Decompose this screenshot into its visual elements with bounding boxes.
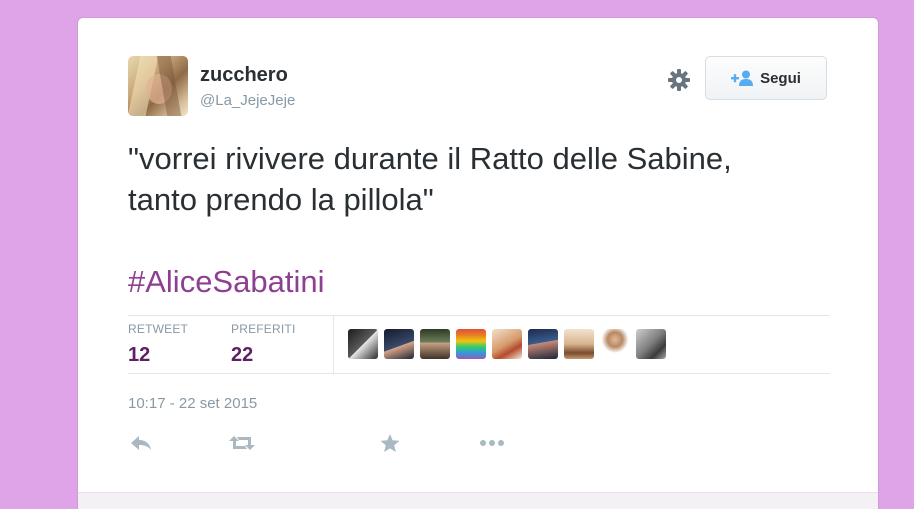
reply-icon (131, 436, 151, 450)
author-display-name[interactable]: zucchero (200, 64, 288, 87)
favoriter-avatar[interactable] (492, 329, 522, 359)
favorited-by-avatars (348, 329, 666, 359)
add-user-icon (731, 70, 754, 86)
retweet-stat[interactable]: RETWEET 12 (128, 322, 188, 367)
favoriter-avatar[interactable] (564, 329, 594, 359)
favorite-button[interactable] (377, 431, 403, 455)
favorites-count: 22 (231, 344, 254, 366)
tweet-text-line-1: "vorrei rivivere durante il Ratto delle … (128, 141, 732, 176)
favoriter-avatar[interactable] (384, 329, 414, 359)
author-avatar[interactable] (128, 56, 188, 116)
author-handle[interactable]: @La_JejeJeje (200, 92, 295, 109)
tweet-text: "vorrei rivivere durante il Ratto delle … (128, 138, 828, 220)
favoriter-avatar[interactable] (528, 329, 558, 359)
favorites-stat-label: PREFERITI (231, 322, 296, 336)
follow-button-label: Segui (760, 69, 801, 87)
retweet-count: 12 (128, 344, 151, 366)
hashtag-link[interactable]: #AliceSabatini (128, 261, 324, 302)
favoriter-avatar[interactable] (420, 329, 450, 359)
favoriter-avatar[interactable] (600, 329, 630, 359)
favoriter-avatar[interactable] (636, 329, 666, 359)
stats-divider-top (128, 315, 830, 316)
favoriter-avatar[interactable] (348, 329, 378, 359)
settings-button[interactable] (664, 65, 694, 95)
stats-divider-bottom (128, 373, 830, 374)
favoriter-avatar[interactable] (456, 329, 486, 359)
tweet-card: zucchero @La_JejeJeje Segui "vorrei rivi… (78, 18, 878, 509)
gear-icon (668, 69, 690, 91)
stats-divider-vertical (333, 315, 334, 373)
more-button[interactable] (479, 431, 505, 455)
tweet-text-line-2: tanto prendo la pillola" (128, 182, 434, 217)
more-icon (480, 440, 504, 446)
retweet-icon (229, 436, 255, 450)
retweet-stat-label: RETWEET (128, 322, 189, 336)
tweet-actions (128, 431, 528, 455)
reply-button[interactable] (128, 431, 154, 455)
card-footer-strip (78, 492, 878, 509)
tweet-timestamp[interactable]: 10:17 - 22 set 2015 (128, 395, 257, 412)
favorites-stat[interactable]: PREFERITI 22 (231, 322, 295, 367)
retweet-button[interactable] (229, 431, 255, 455)
follow-button[interactable]: Segui (705, 56, 827, 100)
favorite-icon (380, 433, 400, 452)
